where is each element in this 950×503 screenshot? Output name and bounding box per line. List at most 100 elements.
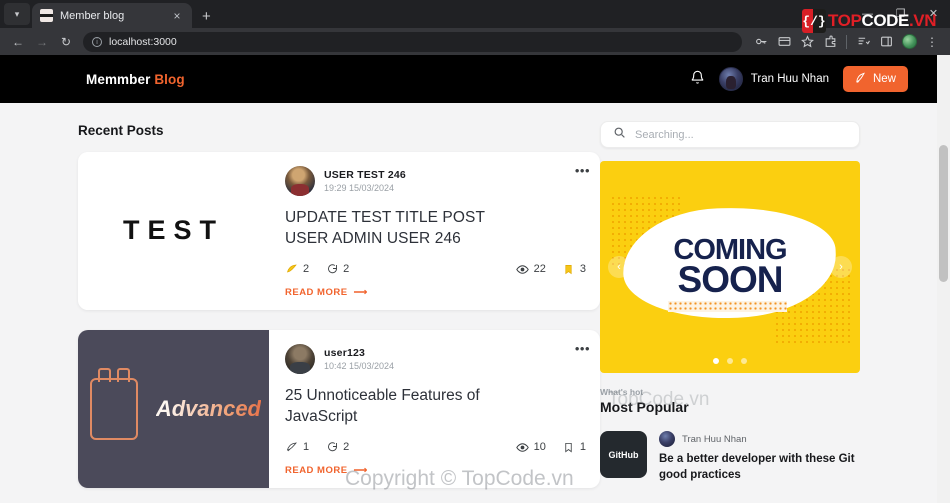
post-thumbnail[interactable]: TEST (78, 152, 269, 310)
post-author-name: user123 (324, 346, 366, 359)
carousel-dots (600, 358, 860, 364)
post-body: ••• USER TEST 246 19:29 15/03/2024 UPDAT… (269, 152, 600, 310)
site-info-icon[interactable]: i (92, 36, 102, 47)
post-stats-right: 22 3 (500, 263, 586, 276)
post-date: 10:42 15/03/2024 (324, 360, 395, 371)
more-menu-icon[interactable]: ⋮ (921, 31, 943, 53)
post-stats: 1 2 10 1 (285, 441, 586, 454)
promo-carousel[interactable]: COMING SOON ‹ › (600, 161, 860, 373)
payment-card-icon[interactable] (773, 31, 795, 53)
password-key-icon[interactable] (750, 31, 772, 53)
bookmark-icon (562, 441, 575, 454)
like-stat[interactable]: 2 (285, 263, 309, 276)
popular-title[interactable]: Be a better developer with these Git goo… (659, 452, 860, 483)
comment-icon (325, 263, 338, 276)
post-card[interactable]: Advanced ••• user123 10:42 15/03/2024 25… (78, 329, 600, 488)
avatar (285, 166, 315, 196)
comment-count: 2 (343, 441, 350, 454)
page-title: Recent Posts (78, 123, 164, 138)
comment-stat[interactable]: 2 (325, 441, 349, 454)
post-title[interactable]: UPDATE TEST TITLE POST USER ADMIN USER 2… (285, 208, 515, 250)
view-count: 22 (533, 263, 546, 276)
bookmark-icon (562, 263, 575, 276)
reload-icon[interactable]: ↻ (55, 31, 77, 53)
carousel-prev-icon[interactable]: ‹ (608, 256, 630, 278)
post-author-row[interactable]: USER TEST 246 19:29 15/03/2024 (285, 166, 586, 196)
eye-icon (515, 263, 529, 276)
topcode-watermark-top: {/} TOPCODE.VN (802, 9, 937, 33)
address-bar[interactable]: i localhost:3000 (83, 31, 742, 52)
post-card[interactable]: TEST ••• USER TEST 246 19:29 15/03/2024 … (78, 152, 600, 310)
search-box[interactable] (600, 121, 860, 148)
header-actions: Tran Huu Nhan New (690, 66, 926, 92)
new-tab-button[interactable]: + (202, 9, 211, 24)
post-stats-right: 10 1 (500, 441, 586, 454)
like-stat[interactable]: 1 (285, 441, 309, 454)
page-scrollbar[interactable] (937, 55, 950, 503)
back-icon[interactable]: ← (7, 31, 29, 53)
post-thumbnail[interactable]: Advanced (78, 329, 269, 488)
banner-line-2: SOON (677, 259, 784, 301)
notification-bell-icon[interactable] (690, 70, 705, 88)
extensions-icon[interactable] (819, 31, 841, 53)
copyright-watermark: Copyright © TopCode.vn (345, 467, 574, 490)
carousel-dot[interactable] (727, 358, 733, 364)
popular-content: Tran Huu Nhan Be a better developer with… (659, 431, 860, 483)
save-count: 1 (579, 441, 586, 454)
post-author-row[interactable]: user123 10:42 15/03/2024 (285, 343, 586, 374)
browser-tab[interactable]: Member blog × (32, 3, 192, 28)
save-stat[interactable]: 1 (562, 441, 586, 454)
topcode-watermark-sidebar: TopCode.vn (608, 389, 710, 410)
tab-search-button[interactable]: ▾ (4, 3, 30, 25)
site-brand[interactable]: Memmber Blog (86, 72, 185, 87)
search-icon (613, 126, 626, 144)
carousel-dot[interactable] (741, 358, 747, 364)
post-date: 19:29 15/03/2024 (324, 183, 395, 193)
save-stat[interactable]: 3 (562, 263, 586, 276)
topcode-watermark-text: TOPCODE.VN (828, 11, 937, 31)
search-input[interactable] (635, 128, 847, 141)
wm-code-part: CODE (861, 11, 909, 30)
tab-title: Member blog (60, 9, 125, 22)
post-more-menu-icon[interactable]: ••• (575, 342, 590, 355)
new-post-button[interactable]: New (842, 66, 908, 92)
read-more-link[interactable]: READ MORE ⟶ (285, 287, 586, 298)
user-name: Tran Huu Nhan (750, 73, 829, 85)
user-menu[interactable]: Tran Huu Nhan (718, 67, 829, 91)
post-more-menu-icon[interactable]: ••• (575, 164, 590, 177)
toolbar-divider (846, 34, 847, 49)
forward-icon[interactable]: → (31, 31, 53, 53)
arrow-right-icon: ⟶ (353, 286, 368, 298)
list-item[interactable]: GitHub Tran Huu Nhan Be a better develop… (600, 431, 860, 483)
browser-window: ▾ Member blog × + — ❐ ✕ ← → ↻ i localhos… (0, 0, 950, 503)
side-panel-icon[interactable] (875, 31, 897, 53)
scrollbar-thumb[interactable] (939, 145, 948, 282)
site-header: Memmber Blog Tran Huu Nhan New (0, 55, 950, 103)
carousel-next-icon[interactable]: › (830, 256, 852, 278)
save-count: 3 (579, 263, 586, 276)
address-bar-text: localhost:3000 (109, 35, 177, 48)
view-stat: 10 (515, 441, 546, 454)
close-icon[interactable]: × (170, 10, 184, 22)
like-count: 1 (303, 441, 310, 454)
topcode-logo-icon: {/} (802, 9, 826, 33)
favicon-icon (40, 9, 53, 22)
sidebar: COMING SOON ‹ › What's hot Most Popular … (600, 103, 860, 503)
comment-count: 2 (343, 263, 350, 276)
reading-list-icon[interactable] (852, 31, 874, 53)
thumbnail-text: TEST (122, 215, 224, 246)
avatar (659, 431, 675, 447)
comment-stat[interactable]: 2 (325, 263, 349, 276)
popular-author-row[interactable]: Tran Huu Nhan (659, 431, 860, 447)
profile-icon[interactable] (898, 31, 920, 53)
eye-icon (515, 441, 529, 454)
feather-icon (285, 263, 298, 276)
carousel-dot[interactable] (713, 358, 719, 364)
feather-icon (285, 441, 298, 454)
read-more-label: READ MORE (285, 286, 348, 298)
read-more-label: READ MORE (285, 464, 348, 476)
bookmark-star-icon[interactable] (796, 31, 818, 53)
page-body: Recent Posts TEST ••• USER TEST 246 19:2… (0, 103, 950, 503)
avatar (718, 67, 743, 91)
post-title[interactable]: 25 Unnoticeable Features of JavaScript (285, 386, 515, 428)
